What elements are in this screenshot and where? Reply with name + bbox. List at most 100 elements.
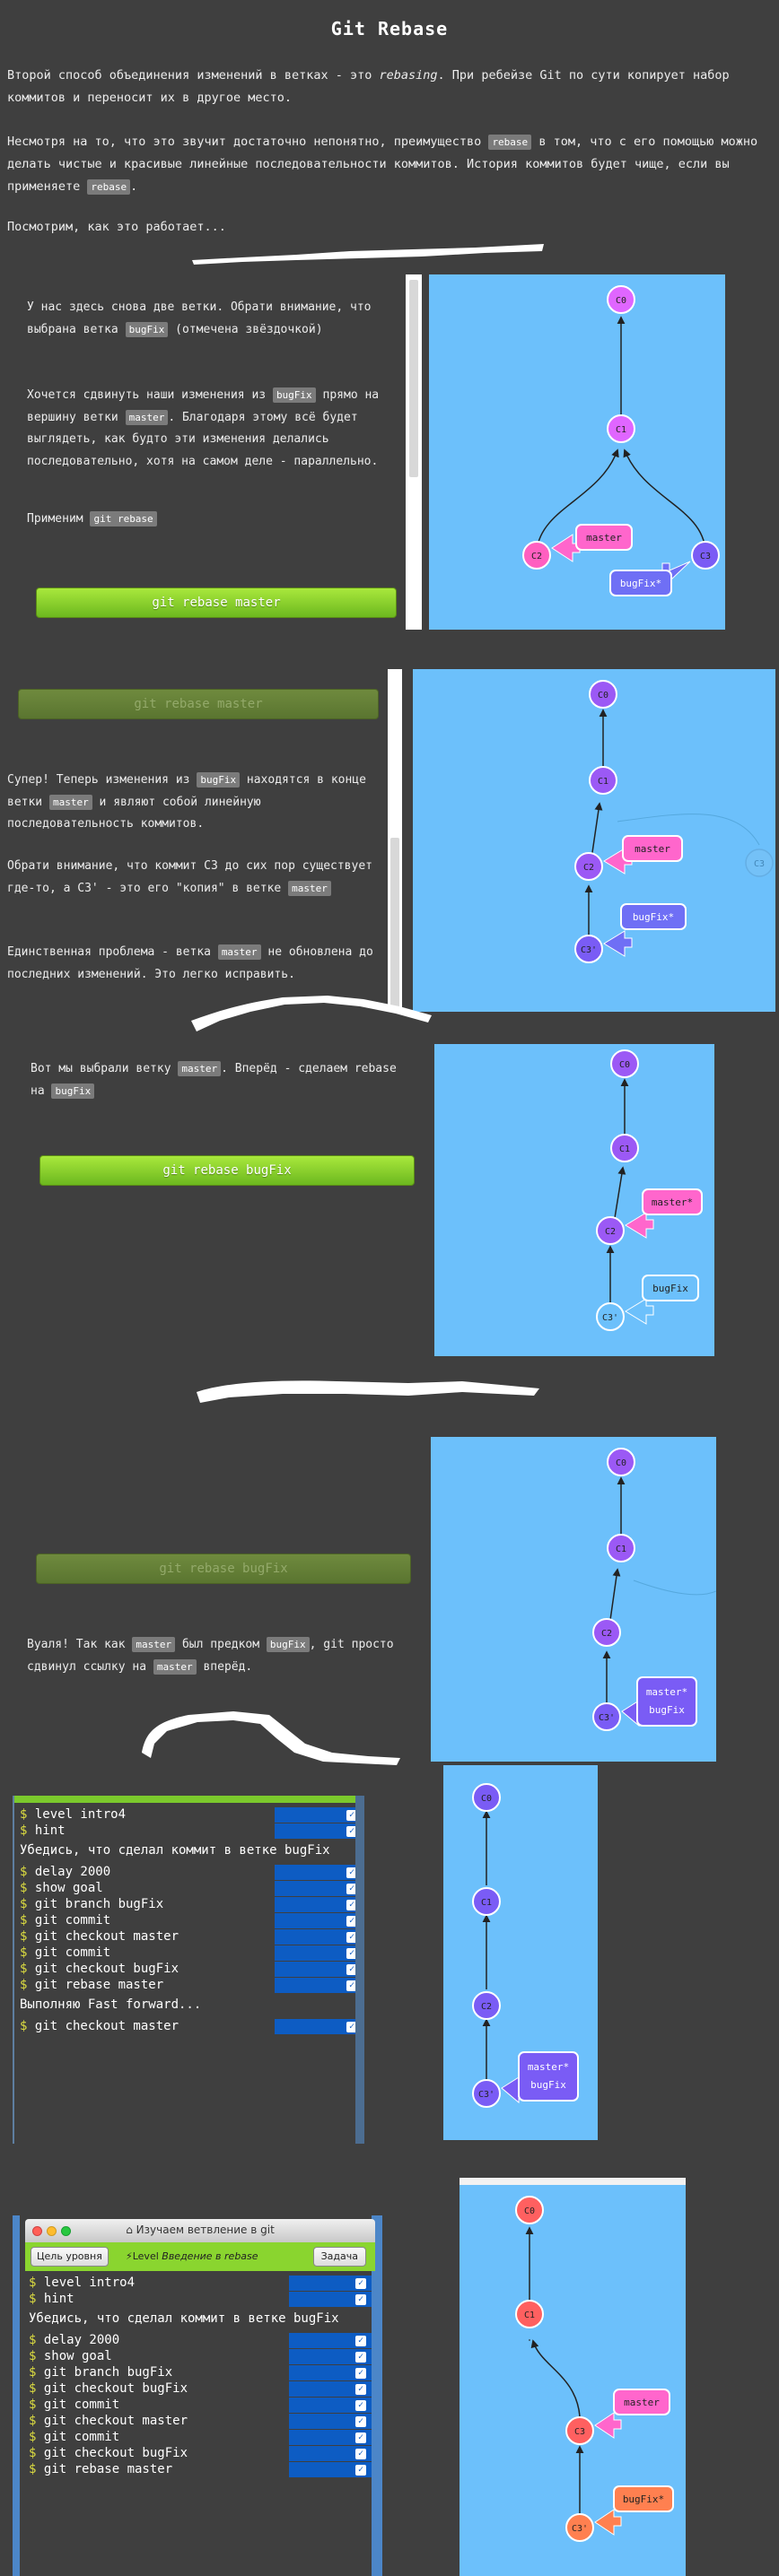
prompt-symbol: $ (29, 2398, 44, 2412)
prompt-symbol: $ (29, 2414, 44, 2428)
level-goal-button[interactable]: Цель уровня (31, 2247, 109, 2267)
svg-text:master*: master* (652, 1197, 693, 1208)
terminal-message: Убедись, что сделал коммит в ветке bugFi… (20, 1843, 330, 1858)
terminal-message: Убедись, что сделал коммит в ветке bugFi… (29, 2311, 339, 2326)
svg-text:master*: master* (646, 1686, 687, 1698)
check-icon: ✓ (355, 2432, 366, 2443)
command-text: hint (34, 1823, 66, 1838)
command-row: ✓ $ git commit (29, 2397, 372, 2413)
prompt-symbol: $ (20, 1929, 35, 1944)
step-2-text-b: Обрати внимание, что коммит C3 до сих по… (7, 859, 372, 896)
scrollbar-thumb[interactable] (409, 280, 418, 477)
command-row: ✓ $ git checkout master (20, 2018, 364, 2034)
command-status-bar: ✓ (275, 1945, 363, 1961)
command-row: ✓ $ hint (29, 2291, 372, 2307)
svg-text:bugFix: bugFix (652, 1283, 688, 1294)
command-row: ✓ $ git checkout master (20, 1928, 364, 1945)
command-status-bar: ✓ (275, 2019, 363, 2034)
command-text: show goal (34, 1881, 103, 1895)
git-rebase-master-button[interactable]: git rebase master (36, 587, 397, 618)
step-3-visualization: C0 C1 C2 C3' master* bugFix (434, 1044, 714, 1356)
svg-text:C1: C1 (598, 777, 608, 787)
command-text: git commit (43, 2430, 120, 2444)
brush-divider (197, 1380, 539, 1403)
command-row: ✓ $ hint (20, 1823, 364, 1839)
commit-graph: C0 C1 C2 C3 master bugFix* (522, 285, 720, 596)
command-text: git commit (34, 1945, 111, 1960)
command-row: ✓ $ git checkout master (29, 2413, 372, 2429)
command-status-bar: ✓ (289, 2446, 372, 2461)
brush-divider (192, 244, 544, 265)
prompt-symbol: $ (20, 2019, 35, 2033)
git-rebase-bugfix-button-done: git rebase bugFix (36, 1553, 411, 1584)
check-icon: ✓ (355, 2352, 366, 2363)
level-toolbar: Цель уровня ⚡Level Введение в rebase Зад… (25, 2242, 375, 2271)
command-status-bar: ✓ (275, 1881, 363, 1896)
command-text: git branch bugFix (34, 1897, 164, 1911)
check-icon: ✓ (355, 2449, 366, 2459)
terminal-1-panel: ✓ $ level intro4 ✓ $ hint Убедись, что сдела… (13, 1796, 364, 2144)
prompt-symbol: $ (29, 2430, 44, 2444)
terminal-2-visualization: C0 C1 C3 C3' master bugFix* (460, 2178, 686, 2576)
command-text: git checkout bugFix (34, 1962, 179, 1976)
command-status-bar: ✓ (289, 2333, 372, 2348)
prompt-symbol: $ (29, 2292, 44, 2306)
prompt-symbol: $ (20, 1978, 35, 1992)
terminal-1-scroll-track[interactable] (355, 1796, 364, 2144)
app-window: ⌂ Изучаем ветвление в git Цель уровня ⚡L… (13, 2215, 382, 2576)
scrollbar-thumb[interactable] (390, 838, 399, 1008)
commit-c1-label: C1 (616, 425, 626, 435)
intro-paragraph-2: Несмотря на то, что это звучит достаточн… (7, 135, 758, 195)
intro-paragraph-3: Посмотрим, как это работает... (7, 220, 226, 234)
prompt-symbol: $ (20, 1823, 35, 1838)
command-status-bar: ✓ (275, 1823, 363, 1839)
command-status-bar: ✓ (289, 2462, 372, 2477)
check-icon: ✓ (355, 2278, 366, 2289)
command-status-bar: ✓ (289, 2292, 372, 2307)
command-row: ✓ $ git commit (20, 1945, 364, 1961)
command-text: hint (43, 2292, 74, 2306)
svg-text:C3': C3' (581, 945, 597, 955)
svg-text:C0: C0 (616, 1458, 626, 1468)
svg-text:C2: C2 (601, 1629, 612, 1639)
svg-text:C1: C1 (619, 1144, 630, 1154)
command-status-bar: ✓ (289, 2430, 372, 2445)
step-4-text: Вуаля! Так как master был предком bugFix… (27, 1637, 394, 1675)
prompt-symbol: $ (29, 2446, 44, 2460)
command-row: ✓ $ git rebase master (20, 1977, 364, 1993)
check-icon: ✓ (355, 2384, 366, 2395)
svg-text:C3': C3' (602, 1313, 618, 1323)
command-row: ✓ $ git rebase master (29, 2461, 372, 2477)
terminal-message: Выполняю Fast forward... (20, 1997, 202, 2012)
brush-divider (191, 996, 432, 1031)
branch-master-bugfix (636, 1676, 697, 1727)
commit-graph: C0 C1 C2 C3' master* bugFix (472, 1783, 579, 2108)
command-status-bar: ✓ (289, 2414, 372, 2429)
svg-text:C1: C1 (524, 2311, 535, 2320)
prompt-symbol: $ (20, 1881, 35, 1895)
command-text: git commit (43, 2398, 120, 2412)
command-status-bar: ✓ (289, 2381, 372, 2397)
step-2-text-a: Супер! Теперь изменения из bugFix находя… (7, 772, 366, 831)
git-rebase-master-button-done: git rebase master (18, 689, 379, 719)
svg-text:master: master (635, 843, 670, 855)
step-2-scrollbar[interactable] (388, 669, 402, 1012)
command-text: git checkout master (43, 2414, 188, 2428)
svg-text:bugFix: bugFix (530, 2079, 566, 2091)
step-1-panel: У нас здесь снова две ветки. Обрати вним… (0, 274, 422, 631)
window-title: ⌂ Изучаем ветвление в git (126, 2224, 275, 2236)
commit-c2-label: C2 (531, 552, 542, 561)
svg-text:C3: C3 (754, 859, 765, 869)
command-status-bar: ✓ (275, 1897, 363, 1912)
task-button[interactable]: Задача (312, 2247, 366, 2267)
command-status-bar: ✓ (275, 1978, 363, 1993)
window-titlebar[interactable]: ⌂ Изучаем ветвление в git (25, 2219, 375, 2242)
command-status-bar: ✓ (289, 2365, 372, 2380)
svg-text:C1: C1 (616, 1545, 626, 1554)
command-text: git branch bugFix (43, 2365, 173, 2380)
prompt-symbol: $ (20, 1962, 35, 1976)
step-4-visualization: C0 C1 C2 C3' master* bugFix (431, 1437, 716, 1762)
git-rebase-bugfix-button[interactable]: git rebase bugFix (39, 1155, 415, 1186)
svg-text:C0: C0 (524, 2206, 535, 2216)
step-1-scrollbar[interactable] (406, 274, 422, 630)
